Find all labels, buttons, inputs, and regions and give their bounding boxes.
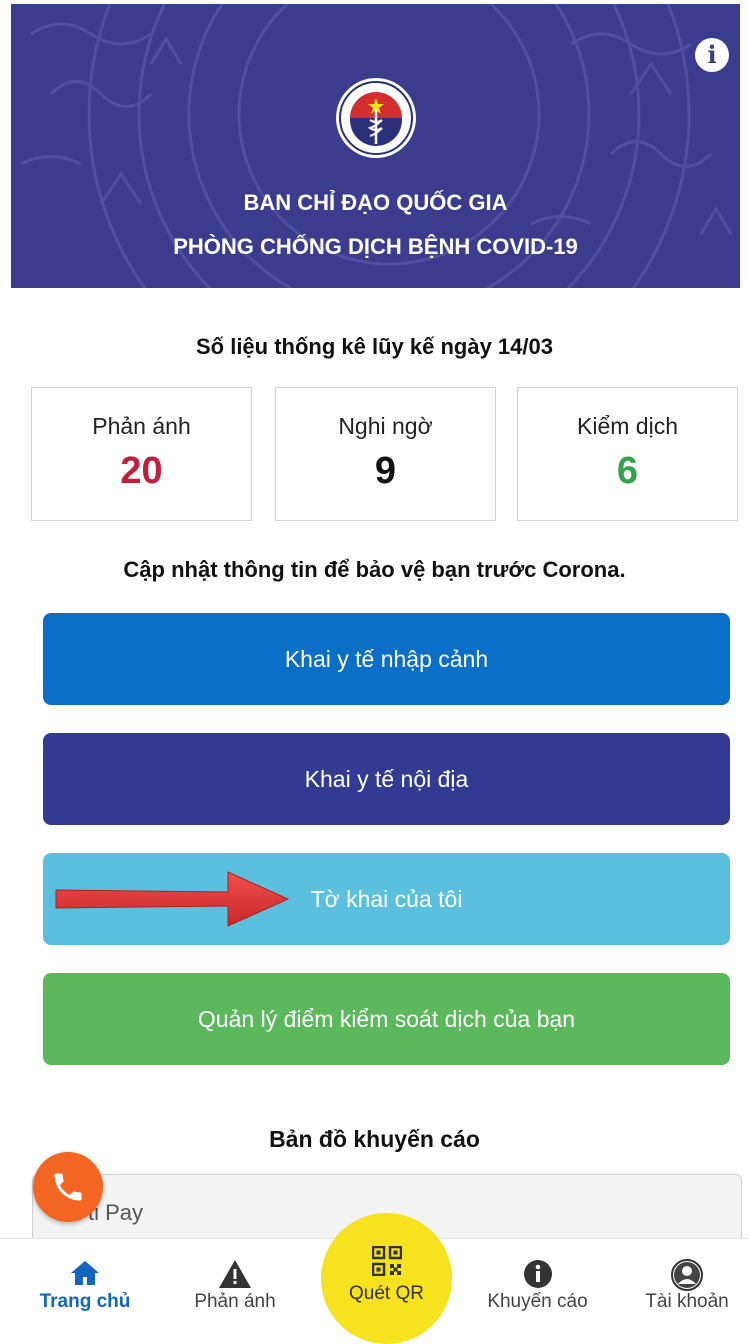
stat-card-suspected: Nghi ngờ 9	[275, 387, 496, 521]
info-button[interactable]: i	[695, 38, 729, 72]
header-title-line2: PHÒNG CHỐNG DỊCH BỆNH COVID-19	[173, 234, 578, 259]
nav-label: Phản ánh	[194, 1291, 276, 1312]
nav-label: Khuyến cáo	[487, 1291, 588, 1312]
nav-home[interactable]: Trang chủ	[20, 1239, 150, 1328]
stats-title: Số liệu thống kê lũy kế ngày 14/03	[195, 334, 553, 359]
stat-card-quarantine: Kiểm dịch 6	[517, 387, 738, 521]
stat-value: 20	[120, 450, 163, 492]
manage-checkpoints-button[interactable]: Quản lý điểm kiểm soát dịch của bạn	[43, 973, 730, 1065]
map-title: Bản đồ khuyến cáo	[269, 1126, 480, 1152]
nav-advisories[interactable]: Khuyến cáo	[470, 1239, 605, 1328]
header-title-line1: BAN CHỈ ĐẠO QUỐC GIA	[243, 190, 508, 215]
button-label: Khai y tế nội địa	[304, 765, 469, 792]
nav-reports[interactable]: Phản ánh	[170, 1239, 300, 1328]
button-label: Khai y tế nhập cảnh	[284, 645, 489, 672]
domestic-health-declaration-button[interactable]: Khai y tế nội địa	[43, 733, 730, 825]
info-subtitle: Cập nhật thông tin để bảo vệ bạn trước C…	[123, 557, 626, 582]
red-arrow-annotation	[55, 871, 290, 927]
stat-label: Kiểm dịch	[577, 413, 678, 439]
nav-scan-qr-button[interactable]: Quét QR	[321, 1213, 452, 1344]
entry-health-declaration-button[interactable]: Khai y tế nhập cảnh	[43, 613, 730, 705]
stat-label: Phản ánh	[92, 413, 191, 439]
header-banner: i BAN CHỈ ĐẠO QUỐC GIA PHÒNG CHỐNG DỊCH …	[11, 4, 740, 288]
warning-icon	[219, 1260, 251, 1288]
ministry-of-health-logo	[336, 78, 416, 158]
call-hotline-button[interactable]	[33, 1152, 103, 1222]
info-icon	[523, 1260, 552, 1288]
stat-value: 9	[374, 450, 397, 492]
home-icon	[71, 1261, 99, 1285]
stat-label: Nghi ngờ	[338, 413, 433, 439]
stat-card-reports: Phản ánh 20	[31, 387, 252, 521]
qr-code-icon	[371, 1246, 402, 1276]
button-label: Quản lý điểm kiểm soát dịch của bạn	[197, 1005, 576, 1032]
user-icon	[671, 1259, 703, 1291]
nav-account[interactable]: Tài khoản	[625, 1239, 749, 1328]
nav-label: Trang chủ	[39, 1291, 131, 1312]
phone-icon	[54, 1173, 82, 1201]
stat-value: 6	[616, 450, 639, 492]
nav-label: Tài khoản	[645, 1291, 729, 1312]
nav-label: Quét QR	[349, 1283, 424, 1304]
button-label: Tờ khai của tôi	[310, 885, 463, 912]
